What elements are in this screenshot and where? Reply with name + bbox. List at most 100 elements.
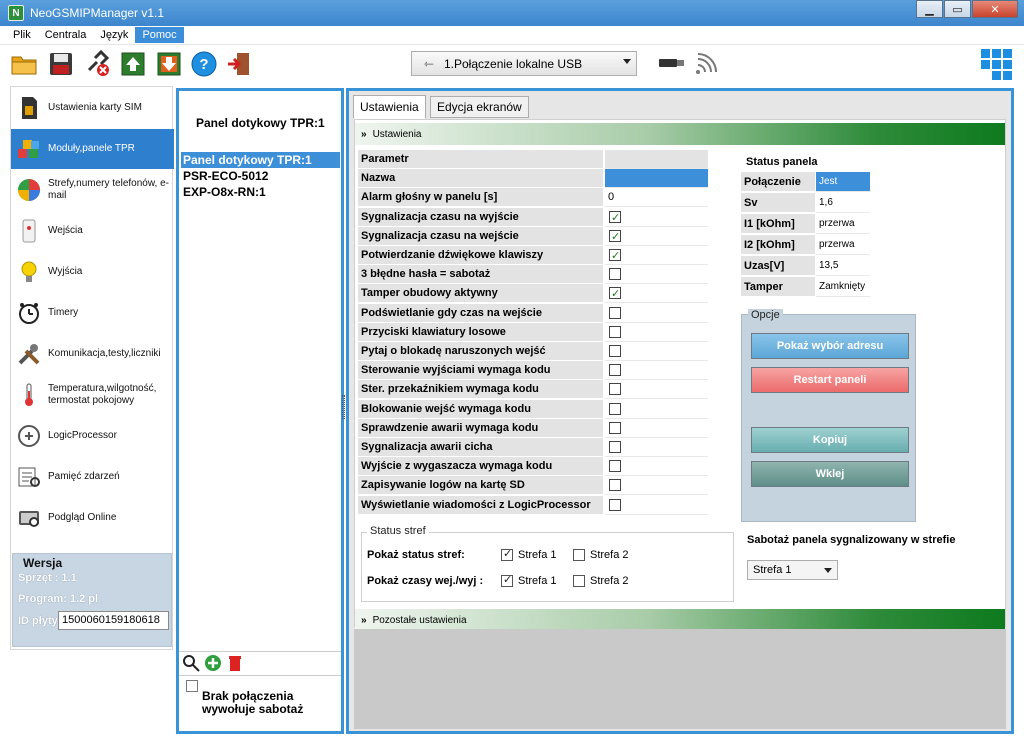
parameter-checkbox-cell[interactable] xyxy=(605,265,708,285)
menu-plik[interactable]: Plik xyxy=(6,27,38,43)
search-icon[interactable] xyxy=(182,654,200,672)
parameter-checkbox[interactable] xyxy=(609,247,621,266)
disconnect-icon[interactable] xyxy=(84,50,112,78)
parameter-checkbox[interactable] xyxy=(609,421,621,434)
status-row: Połączenie Jest xyxy=(741,172,916,193)
parameter-row: Sterowanie wyjściami wymaga kodu xyxy=(358,361,710,381)
parameter-checkbox[interactable] xyxy=(609,209,621,228)
device-list-item[interactable]: EXP-O8x-RN:1 xyxy=(181,184,340,200)
status-row: Sv 1,6 xyxy=(741,193,916,214)
parameter-label: Blokowanie wejść wymaga kodu xyxy=(358,399,604,419)
parameter-checkbox-cell[interactable] xyxy=(605,457,708,477)
save-disk-icon[interactable] xyxy=(47,50,75,78)
status-label: I1 [kOhm] xyxy=(741,214,815,234)
add-icon[interactable] xyxy=(204,654,222,672)
maximize-button[interactable]: ▭ xyxy=(944,0,971,18)
sabotage-checkbox[interactable] xyxy=(186,680,198,692)
upload-chip-icon[interactable] xyxy=(119,50,147,78)
parameter-checkbox[interactable] xyxy=(609,345,621,357)
download-chip-icon[interactable] xyxy=(155,50,183,78)
parameter-checkbox[interactable] xyxy=(609,364,621,377)
nav-item-inputs[interactable]: Wejścia xyxy=(11,211,174,251)
status-panel-title: Status panela xyxy=(746,156,818,168)
parameter-checkbox-cell[interactable] xyxy=(605,438,708,457)
zones-status-group: Status stref Pokaż status stref: Strefa … xyxy=(361,525,734,602)
parameter-checkbox[interactable] xyxy=(609,441,621,453)
paste-button[interactable]: Wklej xyxy=(751,461,909,487)
nav-item-modules[interactable]: Moduły,panele TPR xyxy=(11,129,174,169)
parameter-value-field[interactable] xyxy=(605,169,708,189)
parameter-checkbox-cell[interactable] xyxy=(605,476,708,496)
tab-screen-edit[interactable]: Edycja ekranów xyxy=(430,96,529,118)
nav-item-outputs[interactable]: Wyjścia xyxy=(11,252,174,292)
board-id-field[interactable]: 1500060159180618 xyxy=(58,611,169,630)
status-row: I2 [kOhm] przerwa xyxy=(741,235,916,256)
status-label: Połączenie xyxy=(741,172,815,192)
close-button[interactable]: ✕ xyxy=(972,0,1018,18)
parameter-row: Pytaj o blokadę naruszonych wejść xyxy=(358,342,710,361)
parameter-checkbox[interactable] xyxy=(609,460,621,473)
modules-blocks-icon xyxy=(18,140,39,158)
parameter-checkbox[interactable] xyxy=(609,498,621,511)
nav-item-logicprocessor[interactable]: LogicProcessor xyxy=(11,416,174,456)
menu-centrala[interactable]: Centrala xyxy=(38,27,94,43)
device-list-item[interactable]: Panel dotykowy TPR:1 xyxy=(181,152,340,168)
nav-item-temperature[interactable]: Temperatura,wilgotność, termostat pokojo… xyxy=(11,375,174,415)
parameter-checkbox-cell[interactable] xyxy=(605,495,708,515)
parameter-checkbox[interactable] xyxy=(609,383,621,396)
parameter-checkbox-cell[interactable] xyxy=(605,303,708,323)
parameter-value-field[interactable]: 0 xyxy=(605,188,708,208)
parameter-checkbox[interactable] xyxy=(609,402,621,415)
parameter-checkbox-cell[interactable] xyxy=(605,399,708,419)
delete-trash-icon[interactable] xyxy=(226,654,244,672)
connection-value: 1.Połączenie lokalne USB xyxy=(444,56,583,71)
tab-settings[interactable]: Ustawienia xyxy=(353,95,426,119)
connection-dropdown[interactable]: ⇽ 1.Połączenie lokalne USB xyxy=(411,51,637,76)
parameter-checkbox[interactable] xyxy=(609,325,621,338)
parameter-checkbox[interactable] xyxy=(609,479,621,492)
status-value: Zamknięty xyxy=(816,277,870,297)
zone-status-1-checkbox[interactable] xyxy=(501,547,513,561)
zone-status-2-checkbox[interactable] xyxy=(573,549,585,561)
nav-item-sim[interactable]: Ustawienia karty SIM xyxy=(11,88,174,128)
grid-menu-icon[interactable] xyxy=(980,48,1014,82)
help-icon[interactable]: ? xyxy=(190,50,218,78)
status-value: przerwa xyxy=(816,235,870,255)
parameter-checkbox[interactable] xyxy=(609,285,621,304)
device-list-item[interactable]: PSR-ECO-5012 xyxy=(181,168,340,184)
parameter-checkbox-cell[interactable] xyxy=(605,380,708,400)
nav-item-communication[interactable]: Komunikacja,testy,liczniki xyxy=(11,334,174,374)
menu-jezyk[interactable]: Język xyxy=(93,27,135,43)
parameter-checkbox-cell[interactable] xyxy=(605,361,708,381)
parameter-checkbox[interactable] xyxy=(609,268,621,281)
parameter-checkbox-cell[interactable] xyxy=(605,207,708,228)
settings-section-header[interactable]: » Ustawienia xyxy=(355,123,1005,145)
sabotage-zone-dropdown[interactable]: Strefa 1 xyxy=(747,560,838,580)
parameter-label: Pytaj o blokadę naruszonych wejść xyxy=(358,342,604,361)
other-settings-section-header[interactable]: » Pozostałe ustawienia xyxy=(355,609,1005,631)
entry-exit-2-checkbox[interactable] xyxy=(573,575,585,587)
open-folder-icon[interactable] xyxy=(10,50,38,78)
parameter-checkbox-cell[interactable] xyxy=(605,342,708,361)
menu-pomoc[interactable]: Pomoc xyxy=(135,27,184,43)
parameter-checkbox-cell[interactable] xyxy=(605,284,708,304)
nav-label: Ustawienia karty SIM xyxy=(48,102,142,113)
copy-button[interactable]: Kopiuj xyxy=(751,427,909,453)
entry-exit-1-checkbox[interactable] xyxy=(501,573,513,587)
nav-item-zones[interactable]: Strefy,numery telefonów, e-mail xyxy=(11,170,174,210)
splitter-handle[interactable] xyxy=(342,395,345,419)
parameter-label: Sygnalizacja czasu na wyjście xyxy=(358,207,604,227)
parameter-checkbox-cell[interactable] xyxy=(605,226,708,247)
parameter-checkbox[interactable] xyxy=(609,306,621,319)
nav-item-timers[interactable]: Timery xyxy=(11,293,174,333)
parameter-checkbox[interactable] xyxy=(609,228,621,247)
parameter-checkbox-cell[interactable] xyxy=(605,322,708,342)
show-address-button[interactable]: Pokaż wybór adresu xyxy=(751,333,909,359)
parameter-checkbox-cell[interactable] xyxy=(605,418,708,438)
parameter-checkbox-cell[interactable] xyxy=(605,246,708,266)
restart-panels-button[interactable]: Restart paneli xyxy=(751,367,909,393)
exit-icon[interactable] xyxy=(225,50,253,78)
nav-item-online-preview[interactable]: Podgląd Online xyxy=(11,498,174,538)
minimize-button[interactable]: ▁ xyxy=(916,0,943,18)
nav-item-event-memory[interactable]: Pamięć zdarzeń xyxy=(11,457,174,497)
